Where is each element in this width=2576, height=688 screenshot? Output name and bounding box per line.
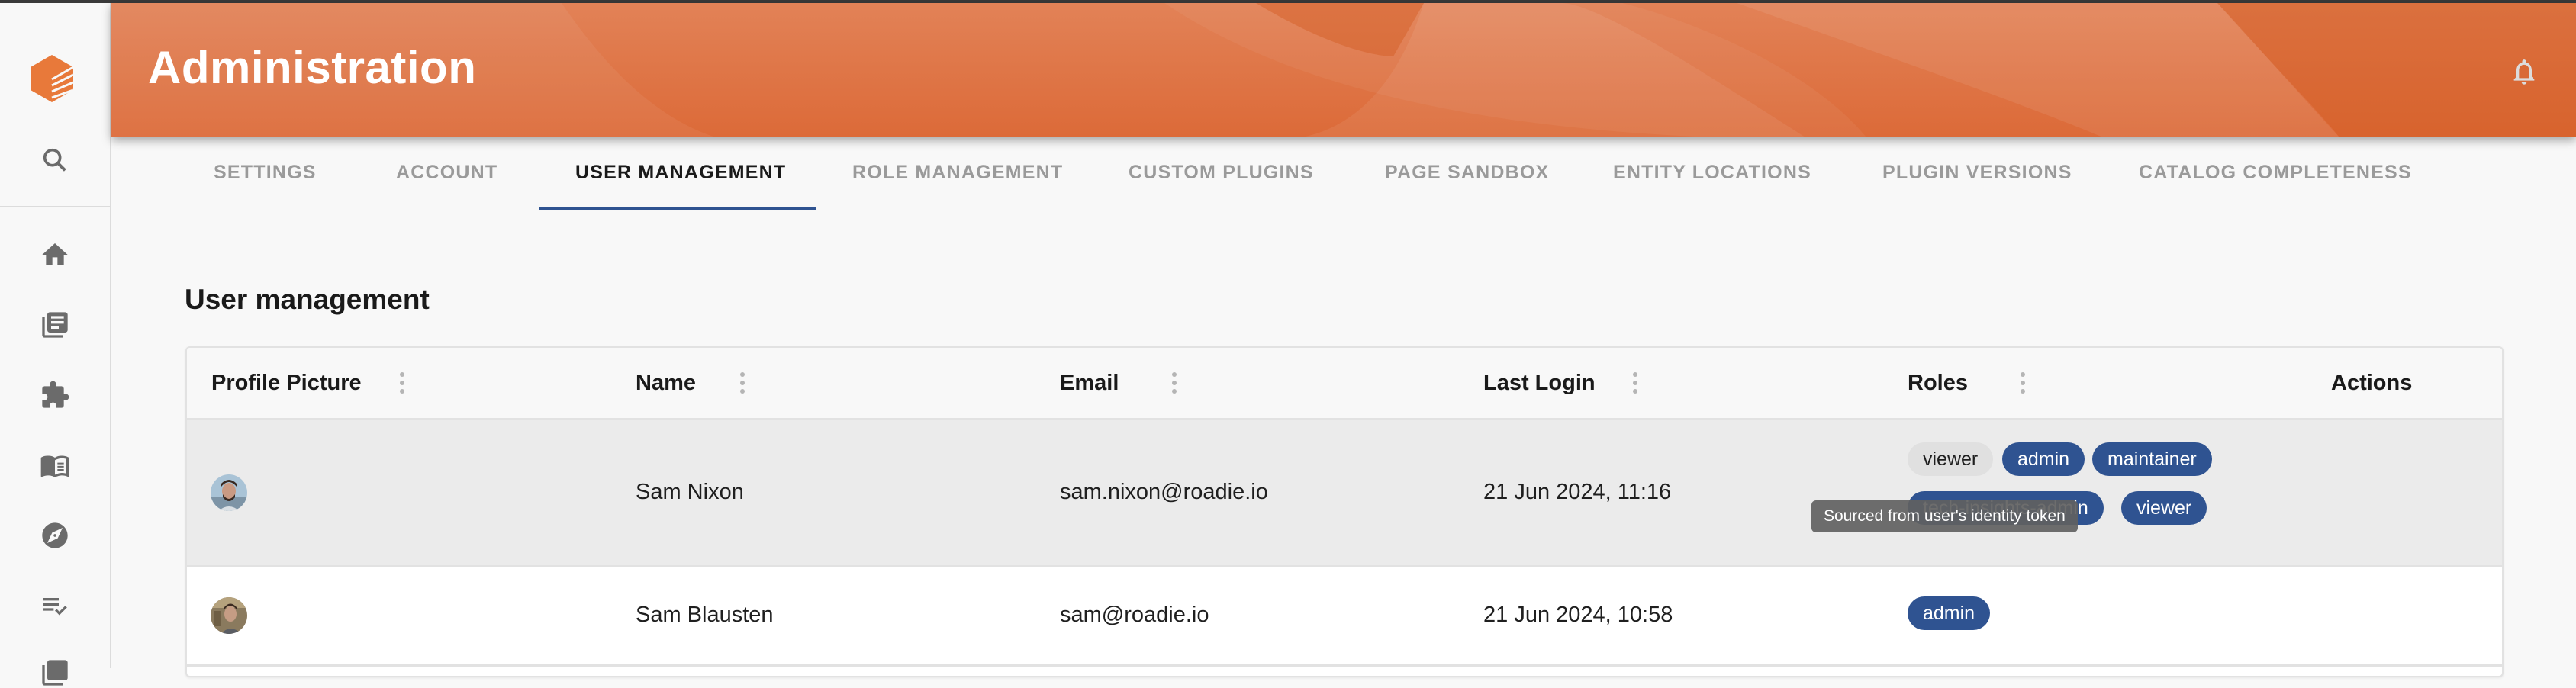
- tab-custom-plugins[interactable]: CUSTOM PLUGINS: [1129, 162, 1314, 185]
- role-chip[interactable]: admin: [1908, 596, 1991, 630]
- column-header-actions: Actions: [2331, 371, 2413, 395]
- column-menu-icon[interactable]: [1632, 372, 1638, 395]
- table-header: Profile Picture Name Email Last Login Ro…: [187, 348, 2502, 420]
- user-name: Sam Blausten: [636, 603, 774, 627]
- tab-user-management[interactable]: USER MANAGEMENT: [575, 162, 786, 185]
- home-icon[interactable]: [40, 240, 70, 270]
- checklist-icon[interactable]: [40, 590, 70, 621]
- tab-catalog-completeness[interactable]: CATALOG COMPLETENESS: [2139, 162, 2412, 185]
- avatar[interactable]: [211, 474, 247, 511]
- column-menu-icon[interactable]: [2020, 372, 2026, 395]
- role-chip[interactable]: admin: [2002, 442, 2085, 476]
- tab-settings[interactable]: SETTINGS: [214, 162, 317, 185]
- sidebar: [0, 3, 111, 686]
- column-menu-icon[interactable]: [399, 372, 405, 395]
- tab-role-management[interactable]: ROLE MANAGEMENT: [852, 162, 1063, 185]
- compass-icon[interactable]: [40, 520, 70, 551]
- role-chip[interactable]: maintainer: [2092, 442, 2212, 476]
- column-header-email[interactable]: Email: [1060, 371, 1119, 396]
- column-header-roles[interactable]: Roles: [1908, 371, 1968, 396]
- user-last-login: 21 Jun 2024, 10:58: [1483, 603, 1673, 627]
- column-menu-icon[interactable]: [1171, 372, 1177, 395]
- role-source-tooltip: Sourced from user's identity token: [1811, 500, 2078, 532]
- docs-book-icon[interactable]: [40, 450, 70, 481]
- role-chip[interactable]: viewer: [2121, 491, 2207, 525]
- user-table: Profile Picture Name Email Last Login Ro…: [185, 346, 2504, 677]
- search-icon[interactable]: [40, 145, 70, 175]
- catalog-icon[interactable]: [40, 310, 70, 340]
- tab-entity-locations[interactable]: ENTITY LOCATIONS: [1613, 162, 1811, 185]
- puzzle-icon[interactable]: [40, 380, 70, 410]
- header-background-pattern: [111, 3, 2576, 137]
- list-icon[interactable]: [40, 657, 70, 688]
- active-tab-indicator: [539, 207, 816, 210]
- column-header-last-login[interactable]: Last Login: [1483, 371, 1596, 396]
- column-menu-icon[interactable]: [739, 372, 745, 395]
- section-title: User management: [185, 284, 430, 315]
- user-email: sam@roadie.io: [1060, 603, 1209, 627]
- column-header-profile-picture[interactable]: Profile Picture: [211, 371, 362, 396]
- page-header: Administration: [111, 3, 2576, 137]
- column-header-name[interactable]: Name: [636, 371, 696, 396]
- admin-tabs: SETTINGS ACCOUNT USER MANAGEMENT ROLE MA…: [111, 137, 2576, 214]
- tab-account[interactable]: ACCOUNT: [396, 162, 497, 185]
- logo-icon[interactable]: [29, 53, 75, 104]
- notifications-bell-icon[interactable]: [2509, 56, 2539, 87]
- tab-plugin-versions[interactable]: PLUGIN VERSIONS: [1882, 162, 2072, 185]
- user-name: Sam Nixon: [636, 480, 744, 504]
- table-row[interactable]: Sam Nixon sam.nixon@roadie.io 21 Jun 202…: [187, 420, 2502, 567]
- page-title: Administration: [148, 42, 477, 93]
- role-chip-identity-token[interactable]: viewer: [1908, 442, 1994, 476]
- avatar[interactable]: [211, 597, 247, 634]
- sidebar-divider: [0, 206, 110, 207]
- user-last-login: 21 Jun 2024, 11:16: [1483, 480, 1672, 504]
- tab-page-sandbox[interactable]: PAGE SANDBOX: [1385, 162, 1549, 185]
- table-row[interactable]: Sam Blausten sam@roadie.io 21 Jun 2024, …: [187, 567, 2502, 667]
- user-email: sam.nixon@roadie.io: [1060, 480, 1268, 504]
